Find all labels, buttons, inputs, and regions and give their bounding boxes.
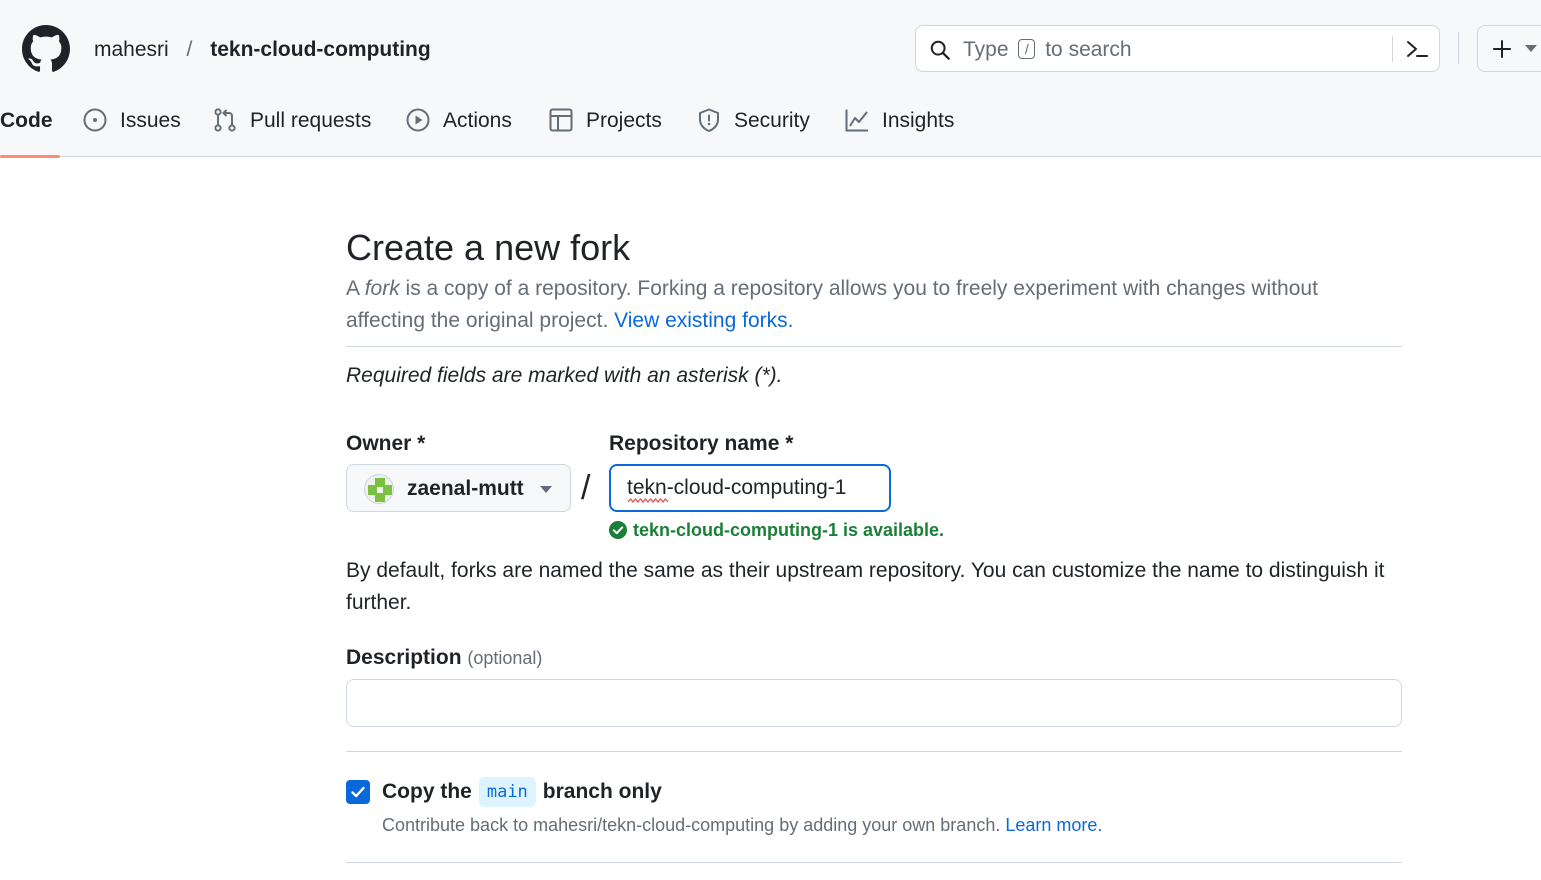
divider [346,751,1402,752]
tab-label: Actions [443,109,512,132]
subtitle-emphasis: fork [364,277,400,300]
description-label-text: Description [346,646,462,669]
command-palette-icon[interactable] [1405,38,1429,60]
git-pull-request-icon [214,108,236,132]
owner-name: zaenal-mutt [407,477,524,500]
repository-name-input[interactable] [609,464,891,512]
copy-main-branch-label[interactable]: Copy the main branch only [382,777,662,807]
search-divider [1392,36,1393,62]
github-logo-icon[interactable] [22,25,70,73]
breadcrumb-owner-link[interactable]: mahesri [94,38,169,61]
copy-help-text: Contribute back to mahesri/tekn-cloud-co… [382,815,1001,835]
tab-actions[interactable]: Actions [405,100,512,157]
copy-branch-help: Contribute back to mahesri/tekn-cloud-co… [382,813,1102,837]
breadcrumb: mahesri / tekn-cloud-computing [94,36,431,64]
tab-security[interactable]: Security [696,100,810,157]
optional-hint: (optional) [467,648,543,668]
play-icon [406,108,430,132]
chevron-down-icon [540,486,552,493]
learn-more-link[interactable]: Learn more. [1005,815,1102,835]
table-icon [549,108,573,132]
breadcrumb-repo-link[interactable]: tekn-cloud-computing [210,38,430,61]
tab-label: Issues [120,109,181,132]
tab-issues[interactable]: Issues [82,100,181,157]
tab-projects[interactable]: Projects [548,100,662,157]
view-existing-forks-link[interactable]: View existing forks. [614,309,793,332]
repo-header: mahesri / tekn-cloud-computing Type / to… [0,0,1541,158]
graph-icon [845,109,868,132]
header-divider [1458,32,1459,64]
tab-code[interactable]: Code [0,100,60,158]
check-circle-fill-icon [609,521,627,539]
availability-text: tekn-cloud-computing-1 is available. [633,520,945,540]
availability-status: tekn-cloud-computing-1 is available. [609,518,944,542]
tab-label: Pull requests [250,109,372,132]
owner-dropdown[interactable]: zaenal-mutt [346,464,571,512]
chevron-down-icon [1525,45,1537,52]
divider [346,346,1402,347]
fork-name-help: By default, forks are named the same as … [346,559,1385,614]
repository-name-label: Repository name * [609,432,794,455]
copy-main-branch-checkbox[interactable] [346,780,370,804]
required-fields-note: Required fields are marked with an aster… [346,364,783,387]
search-input[interactable]: Type / to search [915,25,1440,72]
divider [346,862,1402,863]
tab-label: Insights [882,109,955,132]
tab-pull-requests[interactable]: Pull requests [212,100,371,157]
description-label: Description (optional) [346,644,542,672]
search-prefix: Type [963,38,1009,61]
shield-icon [699,108,719,132]
search-icon [930,40,950,60]
page-title: Create a new fork [346,227,631,268]
branch-name-code: main [478,777,536,807]
search-placeholder: Type / to search [963,37,1132,63]
owner-repo-separator: / [581,469,591,507]
copy-label-prefix: Copy the [382,780,472,803]
copy-label-suffix: branch only [542,780,662,803]
subtitle-part: A [346,277,365,300]
plus-icon [1493,40,1511,58]
active-tab-indicator [0,155,60,158]
issue-opened-icon [83,108,107,132]
description-input[interactable] [346,679,1402,727]
tab-insights[interactable]: Insights [844,100,954,157]
tab-label: Code [0,109,53,132]
breadcrumb-separator: / [186,38,193,61]
search-suffix: to search [1045,38,1132,61]
tab-label: Security [734,109,810,132]
search-shortcut-key: / [1018,39,1036,59]
check-icon [351,786,365,798]
subtitle-part: is a copy of a repository. Forking a rep… [346,277,1318,332]
create-new-button[interactable] [1477,25,1541,72]
avatar [364,474,394,504]
tab-label: Projects [586,109,662,132]
owner-label: Owner * [346,432,426,455]
page-subtitle: A fork is a copy of a repository. Forkin… [346,273,1402,337]
